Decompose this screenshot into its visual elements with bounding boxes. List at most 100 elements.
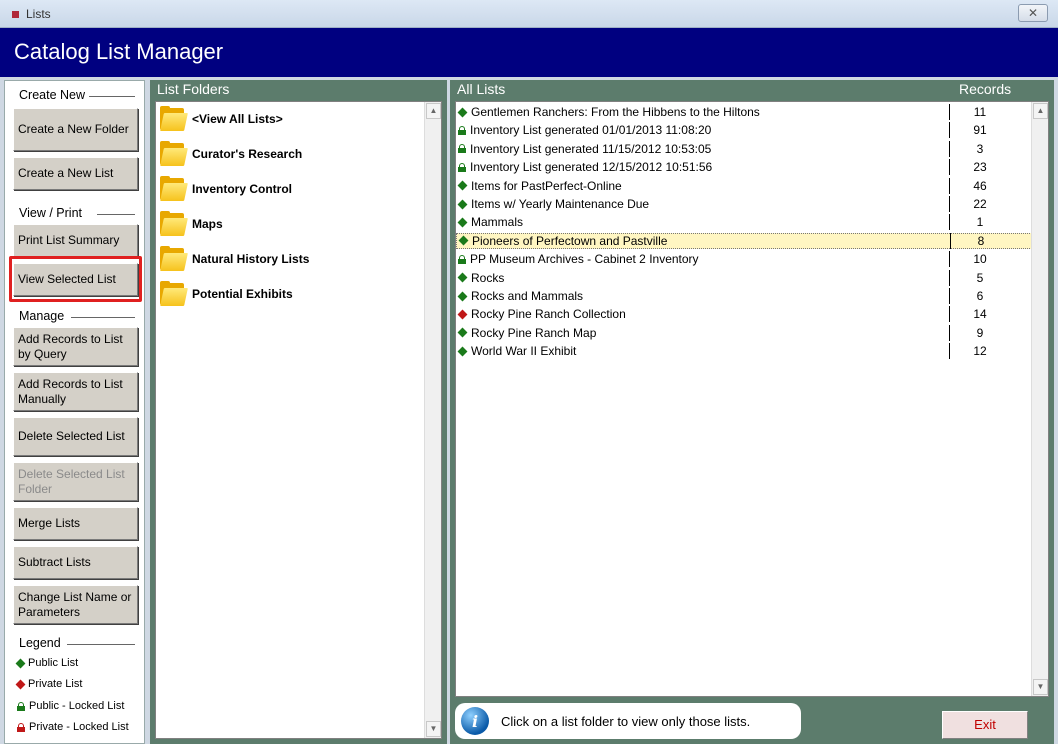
list-name-cell: Mammals bbox=[456, 214, 950, 231]
list-row[interactable]: Rocks 5 bbox=[456, 269, 1032, 286]
list-name-cell: Inventory List generated 11/15/2012 10:5… bbox=[456, 140, 950, 157]
list-name: Inventory List generated 01/01/2013 11:0… bbox=[470, 123, 712, 138]
subtract-lists-button[interactable]: Subtract Lists bbox=[13, 546, 138, 579]
record-count: 3 bbox=[976, 141, 984, 156]
record-count: 6 bbox=[976, 289, 984, 303]
list-row[interactable]: Rocky Pine Ranch Collection 14 bbox=[456, 306, 1032, 323]
page-title: Catalog List Manager bbox=[14, 39, 224, 64]
add-records-manual-button[interactable]: Add Records to List Manually bbox=[13, 372, 138, 411]
folder-item-potential-exhibits[interactable]: Potential Exhibits bbox=[158, 279, 293, 309]
red-diamond-icon bbox=[15, 679, 26, 689]
list-name-cell: Items w/ Yearly Maintenance Due bbox=[456, 196, 950, 212]
record-count: 14 bbox=[973, 307, 987, 322]
green-diamond-icon bbox=[457, 346, 468, 357]
legend-public: Public List bbox=[15, 657, 79, 669]
app-header: Catalog List Manager bbox=[0, 28, 1058, 77]
folder-icon bbox=[158, 280, 188, 308]
lists-panel: All Lists Records Gentlemen Ranchers: Fr… bbox=[450, 80, 1054, 744]
list-name: Rocks bbox=[471, 270, 505, 285]
list-name: Rocky Pine Ranch Collection bbox=[471, 307, 626, 322]
list-row[interactable]: Mammals 1 bbox=[456, 214, 1032, 231]
legend-label: Private - Locked List bbox=[29, 721, 129, 733]
list-name-cell: Gentlemen Ranchers: From the Hibbens to … bbox=[456, 104, 950, 120]
action-sidebar: Create New Create a New Folder Create a … bbox=[4, 80, 145, 744]
section-view-print: View / Print bbox=[19, 206, 82, 220]
status-bar: i Click on a list folder to view only th… bbox=[455, 703, 801, 739]
delete-folder-button[interactable]: Delete Selected List Folder bbox=[13, 462, 138, 501]
print-summary-button[interactable]: Print List Summary bbox=[13, 224, 138, 257]
legend-label: Public List bbox=[28, 657, 79, 669]
change-list-name-button[interactable]: Change List Name or Parameters bbox=[13, 585, 138, 624]
folder-item-view-all[interactable]: <View All Lists> bbox=[158, 104, 283, 134]
divider bbox=[89, 96, 135, 97]
list-row[interactable]: Inventory List generated 11/15/2012 10:5… bbox=[456, 140, 1032, 157]
list-row[interactable]: Gentlemen Ranchers: From the Hibbens to … bbox=[456, 104, 1032, 120]
highlight-annotation bbox=[9, 256, 142, 302]
list-row[interactable]: Rocks and Mammals 6 bbox=[456, 288, 1032, 304]
list-name: Items for PastPerfect-Online bbox=[471, 178, 622, 193]
list-row[interactable]: PP Museum Archives - Cabinet 2 Inventory… bbox=[456, 251, 1032, 268]
record-count: 11 bbox=[973, 105, 987, 119]
folder-list[interactable]: <View All Lists> Curator's Research Inve… bbox=[155, 101, 442, 739]
legend-private-locked: Private - Locked List bbox=[17, 721, 129, 733]
folder-item-inventory-control[interactable]: Inventory Control bbox=[158, 174, 292, 204]
list-name: World War II Exhibit bbox=[471, 344, 577, 359]
folder-item-maps[interactable]: Maps bbox=[158, 209, 223, 239]
list-row[interactable]: Inventory List generated 12/15/2012 10:5… bbox=[456, 159, 1032, 176]
list-row[interactable]: Inventory List generated 01/01/2013 11:0… bbox=[456, 122, 1032, 139]
record-count: 1 bbox=[976, 215, 984, 230]
scroll-up-arrow-icon[interactable]: ▲ bbox=[426, 103, 441, 119]
folder-icon bbox=[158, 140, 188, 168]
lists-scrollbar[interactable]: ▲ ▼ bbox=[1031, 102, 1048, 696]
folders-panel-title: List Folders bbox=[157, 81, 230, 97]
folder-label: Potential Exhibits bbox=[192, 287, 293, 301]
list-name-cell: Rocky Pine Ranch Collection bbox=[456, 306, 950, 323]
folder-item-curators-research[interactable]: Curator's Research bbox=[158, 139, 302, 169]
lists-table[interactable]: Gentlemen Ranchers: From the Hibbens to … bbox=[455, 101, 1049, 697]
record-count: 22 bbox=[973, 197, 987, 211]
green-diamond-icon bbox=[457, 217, 468, 228]
close-button[interactable]: ✕ bbox=[1018, 4, 1048, 22]
delete-list-button[interactable]: Delete Selected List bbox=[13, 417, 138, 456]
list-name: PP Museum Archives - Cabinet 2 Inventory bbox=[470, 252, 699, 267]
status-message: Click on a list folder to view only thos… bbox=[501, 713, 751, 729]
scroll-up-arrow-icon[interactable]: ▲ bbox=[1033, 103, 1048, 119]
green-lock-icon bbox=[458, 254, 466, 264]
list-row[interactable]: Rocky Pine Ranch Map 9 bbox=[456, 324, 1032, 341]
green-diamond-icon bbox=[457, 199, 468, 209]
window-title: Lists bbox=[26, 7, 51, 21]
section-legend: Legend bbox=[19, 636, 61, 650]
list-row[interactable]: Items for PastPerfect-Online 46 bbox=[456, 177, 1032, 194]
divider bbox=[97, 214, 135, 215]
create-list-button[interactable]: Create a New List bbox=[13, 157, 138, 190]
list-name-cell: Inventory List generated 12/15/2012 10:5… bbox=[456, 159, 950, 176]
exit-button[interactable]: Exit bbox=[942, 711, 1028, 739]
folder-icon bbox=[158, 245, 188, 273]
list-name: Gentlemen Ranchers: From the Hibbens to … bbox=[471, 105, 760, 119]
record-count: 9 bbox=[976, 325, 984, 340]
folder-label: Curator's Research bbox=[192, 147, 303, 161]
list-name: Rocks and Mammals bbox=[471, 289, 584, 303]
list-name-cell: World War II Exhibit bbox=[456, 343, 950, 360]
window-titlebar: Lists ✕ bbox=[0, 0, 1058, 28]
list-row[interactable]: Items w/ Yearly Maintenance Due 22 bbox=[456, 196, 1032, 212]
green-diamond-icon bbox=[457, 107, 468, 117]
create-folder-button[interactable]: Create a New Folder bbox=[13, 108, 138, 151]
merge-lists-button[interactable]: Merge Lists bbox=[13, 507, 138, 540]
section-manage: Manage bbox=[19, 309, 65, 323]
scroll-down-arrow-icon[interactable]: ▼ bbox=[426, 721, 441, 737]
folder-item-natural-history[interactable]: Natural History Lists bbox=[158, 244, 309, 274]
legend-public-locked: Public - Locked List bbox=[17, 700, 124, 712]
list-row[interactable]: Pioneers of Perfectown and Pastville 8 bbox=[456, 232, 1032, 249]
legend-private: Private List bbox=[15, 678, 82, 690]
add-records-query-button[interactable]: Add Records to List by Query bbox=[13, 327, 138, 366]
info-icon: i bbox=[461, 707, 489, 735]
scroll-down-arrow-icon[interactable]: ▼ bbox=[1033, 679, 1048, 695]
red-diamond-icon bbox=[457, 309, 468, 320]
section-create-new: Create New bbox=[19, 88, 85, 102]
folders-scrollbar[interactable]: ▲ ▼ bbox=[424, 102, 441, 738]
green-diamond-icon bbox=[457, 327, 468, 338]
folder-label: Maps bbox=[192, 217, 223, 231]
app-icon bbox=[12, 11, 19, 18]
list-row[interactable]: World War II Exhibit 12 bbox=[456, 343, 1032, 360]
